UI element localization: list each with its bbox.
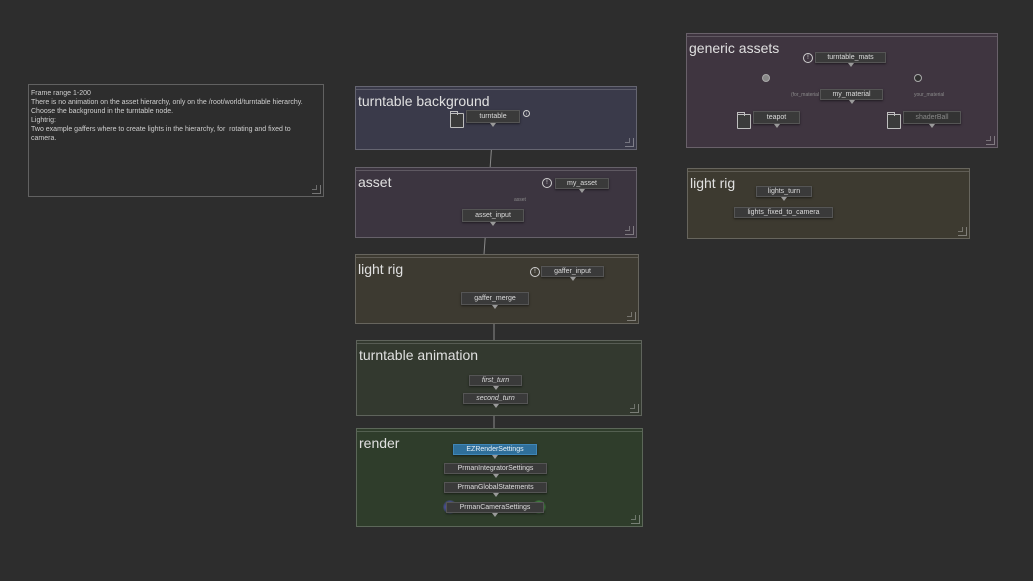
node-label: my_asset	[567, 180, 597, 187]
node-label: shaderBall	[915, 114, 949, 121]
output-port[interactable]	[773, 124, 780, 128]
output-port[interactable]	[492, 493, 499, 497]
info-icon[interactable]: !	[542, 178, 552, 188]
resize-handle[interactable]	[312, 185, 321, 194]
node-turntable[interactable]: turntable	[466, 110, 520, 127]
backdrop-title: light rig	[690, 175, 736, 191]
output-port[interactable]	[569, 277, 576, 281]
node-teapot[interactable]: teapot	[753, 111, 800, 128]
sticky-note[interactable]: Frame range 1-200 There is no animation …	[28, 84, 324, 197]
node-label: gaffer_input	[554, 268, 591, 275]
output-port[interactable]	[579, 189, 585, 193]
wire-label: asset	[514, 197, 526, 203]
note-line: camera.	[31, 135, 57, 142]
node-my-asset[interactable]: my_asset	[555, 178, 609, 193]
node-prman-camera-settings[interactable]: PrmanCameraSettings	[446, 502, 544, 517]
resize-handle[interactable]	[627, 312, 636, 321]
node-label: teapot	[766, 114, 787, 121]
output-port[interactable]	[492, 305, 498, 309]
output-port[interactable]	[492, 513, 498, 517]
backdrop-title: asset	[358, 174, 392, 190]
resize-handle[interactable]	[625, 138, 634, 147]
node-label: asset_input	[475, 212, 511, 219]
node-label: EZRenderSettings	[466, 446, 524, 453]
note-line: Lightrig:	[31, 117, 56, 124]
node-gaffer-merge[interactable]: gaffer_merge	[461, 292, 529, 309]
backdrop-title: turntable animation	[359, 347, 479, 363]
output-port[interactable]	[490, 123, 496, 127]
node-label: lights_fixed_to_camera	[747, 209, 820, 216]
node-label: turntable_mats	[827, 54, 874, 61]
wire-label: (for_material	[791, 92, 820, 98]
resize-handle[interactable]	[630, 404, 639, 413]
node-shader-ball[interactable]: shaderBall	[903, 111, 961, 128]
info-icon[interactable]: !	[803, 53, 813, 63]
node-turntable-mats[interactable]: turntable_mats	[815, 52, 886, 67]
node-second-turn[interactable]: second_turn	[463, 393, 528, 408]
output-port[interactable]	[492, 474, 499, 478]
output-port[interactable]	[781, 197, 787, 201]
output-port[interactable]	[490, 222, 496, 226]
node-asset-input[interactable]: asset_input	[462, 209, 524, 226]
output-port[interactable]	[492, 404, 499, 408]
node-prman-integrator-settings[interactable]: PrmanIntegratorSettings	[444, 463, 547, 478]
node-lights-fixed-to-camera[interactable]: lights_fixed_to_camera	[734, 207, 833, 218]
node-graph-canvas[interactable]: Frame range 1-200 There is no animation …	[0, 0, 1033, 581]
resize-handle[interactable]	[631, 515, 640, 524]
node-label: PrmanIntegratorSettings	[457, 465, 534, 472]
output-port[interactable]	[492, 455, 498, 459]
folder-icon	[450, 111, 464, 128]
note-line: Choose the background in the turntable n…	[31, 108, 174, 115]
resize-handle[interactable]	[958, 227, 967, 236]
node-lights-turn[interactable]: lights_turn	[756, 186, 812, 201]
node-label: PrmanCameraSettings	[459, 504, 531, 511]
dot-node[interactable]	[762, 74, 770, 82]
backdrop-title: turntable background	[358, 93, 490, 109]
node-first-turn[interactable]: first_turn	[469, 375, 522, 390]
note-line: Frame range 1-200	[31, 90, 91, 97]
output-port[interactable]	[492, 386, 499, 390]
node-label: first_turn	[481, 377, 510, 384]
dot-node[interactable]	[914, 74, 922, 82]
output-port[interactable]	[847, 63, 854, 67]
backdrop-title: generic assets	[689, 40, 780, 56]
node-prman-global-statements[interactable]: PrmanGlobalStatements	[444, 482, 547, 497]
node-gaffer-input[interactable]: gaffer_input	[541, 266, 604, 281]
info-icon[interactable]: i	[523, 110, 530, 117]
resize-handle[interactable]	[986, 136, 995, 145]
node-my-material[interactable]: my_material	[820, 89, 883, 104]
backdrop-light-rig[interactable]: light rig	[355, 254, 639, 324]
folder-icon	[737, 112, 751, 129]
node-label: turntable	[479, 113, 507, 120]
backdrop-title: light rig	[358, 261, 404, 277]
node-label: my_material	[832, 91, 871, 98]
note-line: Two example gaffers where to create ligh…	[31, 126, 291, 133]
resize-handle[interactable]	[625, 226, 634, 235]
node-ez-render-settings[interactable]: EZRenderSettings	[453, 444, 537, 459]
backdrop-light-rig-right[interactable]: light rig	[687, 168, 970, 239]
node-label: lights_turn	[767, 188, 801, 195]
wire-label: your_material	[914, 92, 945, 98]
info-icon[interactable]: !	[530, 267, 540, 277]
folder-icon	[887, 112, 901, 129]
output-port[interactable]	[848, 100, 855, 104]
node-label: gaffer_merge	[474, 295, 516, 302]
backdrop-title: render	[359, 435, 400, 451]
node-label: second_turn	[476, 395, 515, 402]
note-line: There is no animation on the asset hiera…	[31, 99, 303, 106]
node-label: PrmanGlobalStatements	[457, 484, 534, 491]
output-port[interactable]	[929, 124, 935, 128]
